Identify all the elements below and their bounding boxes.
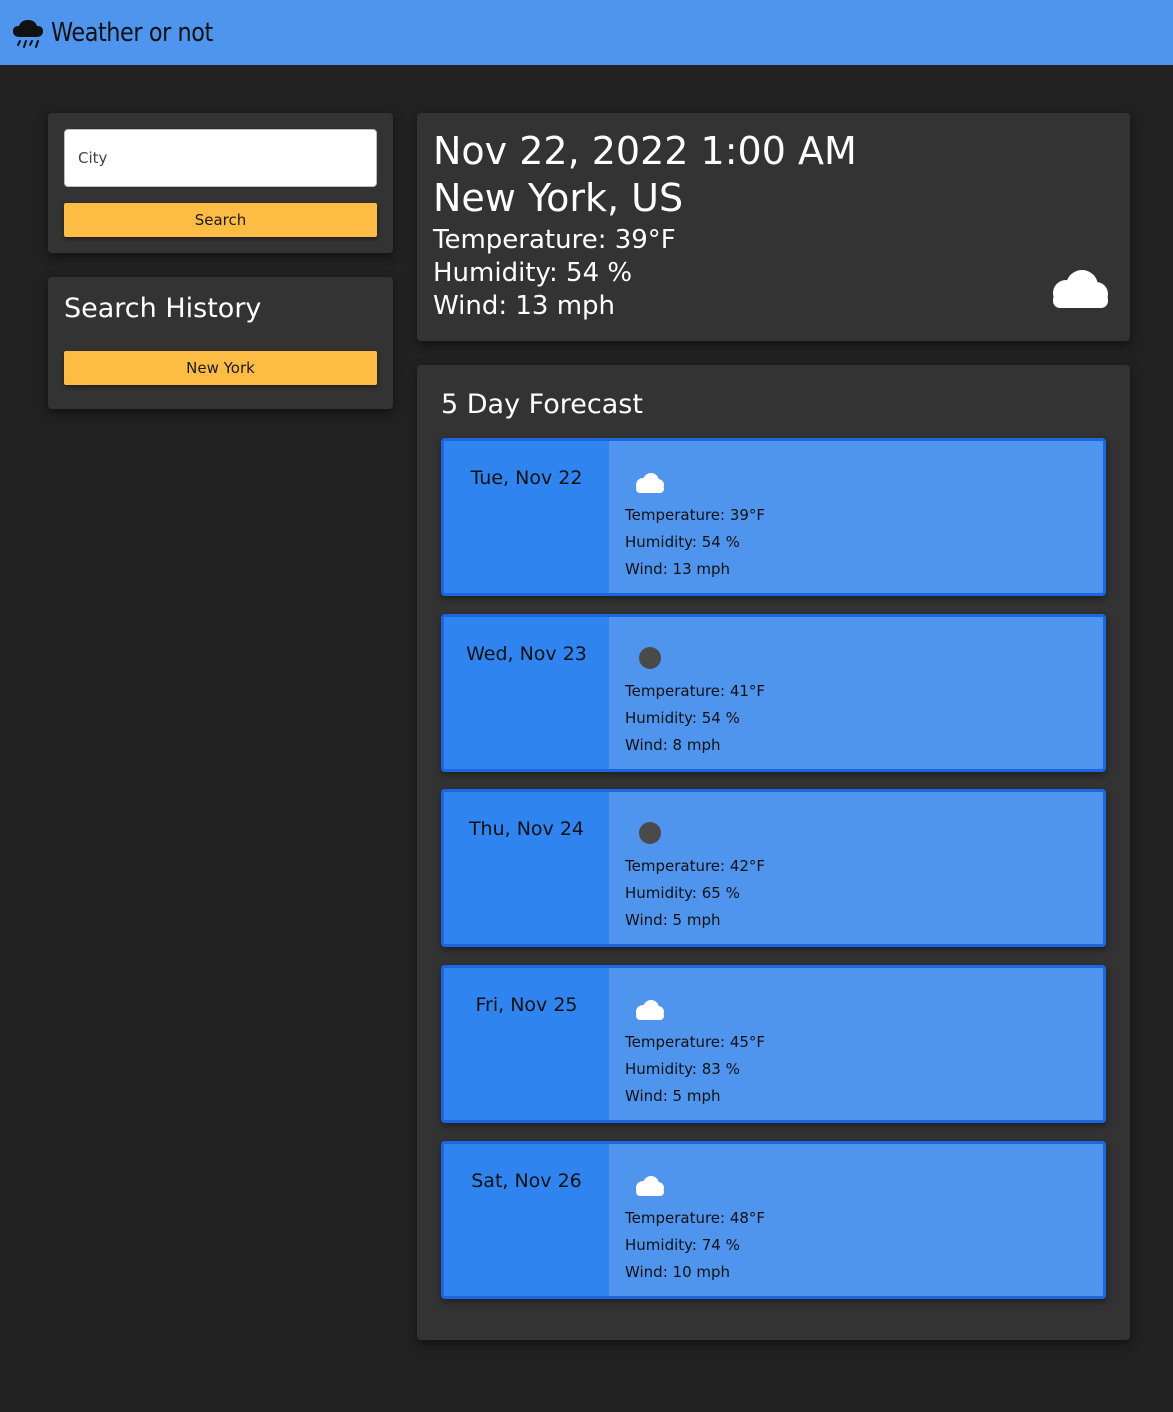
forecast-date: Fri, Nov 25 <box>444 968 609 1120</box>
forecast-humidity: Humidity: 54 % <box>625 709 740 727</box>
forecast-temperature: Temperature: 39°F <box>625 506 766 524</box>
forecast-date: Wed, Nov 23 <box>444 617 609 769</box>
forecast-panel: 5 Day Forecast Tue, Nov 22 Temperature: … <box>417 365 1130 1340</box>
current-humidity: Humidity: 54 % <box>433 258 633 288</box>
forecast-wind: Wind: 8 mph <box>625 736 721 754</box>
moon-icon <box>639 647 661 669</box>
forecast-day-card: Tue, Nov 22 Temperature: 39°F Humidity: … <box>441 438 1106 596</box>
cloud-icon <box>636 1000 664 1020</box>
forecast-temperature: Temperature: 42°F <box>625 857 766 875</box>
city-search-input[interactable] <box>64 129 377 187</box>
search-history-panel: Search History New York <box>48 277 393 409</box>
history-item-new-york[interactable]: New York <box>64 351 377 385</box>
current-city: New York, US <box>433 176 684 220</box>
forecast-wind: Wind: 10 mph <box>625 1263 731 1281</box>
current-weather-panel: Nov 22, 2022 1:00 AM New York, US Temper… <box>417 113 1130 341</box>
forecast-humidity: Humidity: 74 % <box>625 1236 740 1254</box>
forecast-temperature: Temperature: 48°F <box>625 1209 766 1227</box>
current-datetime: Nov 22, 2022 1:00 AM <box>433 129 857 173</box>
current-wind: Wind: 13 mph <box>433 291 616 321</box>
forecast-date: Tue, Nov 22 <box>444 441 609 593</box>
search-button[interactable]: Search <box>64 203 377 237</box>
forecast-date: Thu, Nov 24 <box>444 792 609 944</box>
moon-icon <box>639 822 661 844</box>
forecast-day-card: Wed, Nov 23 Temperature: 41°F Humidity: … <box>441 614 1106 772</box>
cloud-rain-icon <box>13 19 43 48</box>
forecast-humidity: Humidity: 54 % <box>625 533 740 551</box>
cloud-icon <box>636 1176 664 1196</box>
app-title: Weather or not <box>51 17 213 48</box>
forecast-wind: Wind: 5 mph <box>625 911 721 929</box>
forecast-day-card: Fri, Nov 25 Temperature: 45°F Humidity: … <box>441 965 1106 1123</box>
forecast-humidity: Humidity: 65 % <box>625 884 740 902</box>
cloud-icon <box>636 473 664 493</box>
forecast-wind: Wind: 13 mph <box>625 560 731 578</box>
forecast-title: 5 Day Forecast <box>441 389 643 420</box>
forecast-wind: Wind: 5 mph <box>625 1087 721 1105</box>
forecast-date: Sat, Nov 26 <box>444 1144 609 1296</box>
search-panel: Search <box>48 113 393 253</box>
forecast-humidity: Humidity: 83 % <box>625 1060 740 1078</box>
cloud-icon <box>1053 270 1108 308</box>
forecast-temperature: Temperature: 45°F <box>625 1033 766 1051</box>
top-bar: Weather or not <box>0 0 1173 65</box>
current-temperature: Temperature: 39°F <box>433 225 676 255</box>
forecast-day-card: Thu, Nov 24 Temperature: 42°F Humidity: … <box>441 789 1106 947</box>
forecast-day-card: Sat, Nov 26 Temperature: 48°F Humidity: … <box>441 1141 1106 1299</box>
search-history-title: Search History <box>64 293 262 324</box>
forecast-temperature: Temperature: 41°F <box>625 682 766 700</box>
